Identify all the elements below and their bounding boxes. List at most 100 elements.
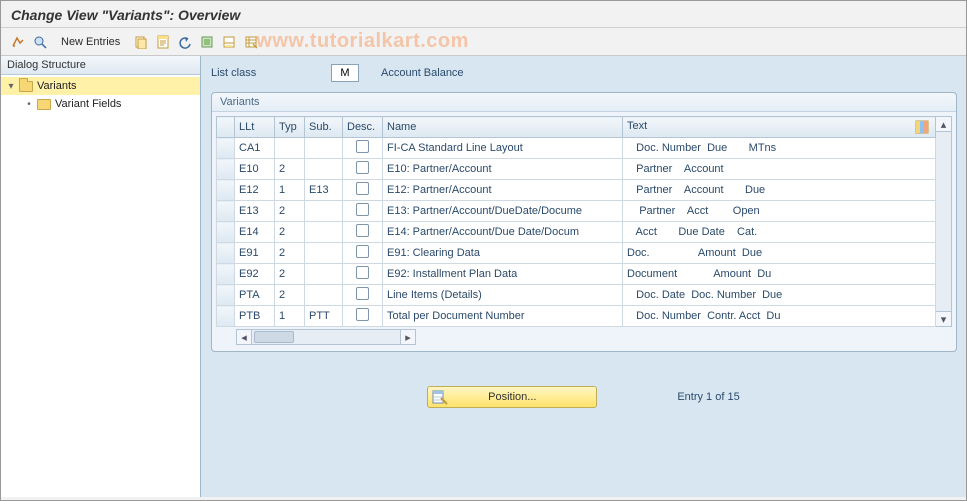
cell-typ[interactable]: 2 [275,243,305,264]
toggle-display-icon[interactable] [8,32,28,52]
cell-desc[interactable] [343,201,383,222]
cell-typ[interactable]: 2 [275,201,305,222]
cell-name[interactable]: Line Items (Details) [383,285,623,306]
cell-llt[interactable]: E13 [235,201,275,222]
table-row[interactable]: PTB1PTTTotal per Document Number Doc. Nu… [217,306,936,327]
col-text[interactable]: Text [623,117,936,138]
desc-checkbox[interactable] [356,140,369,153]
col-name[interactable]: Name [383,117,623,138]
cell-name[interactable]: E12: Partner/Account [383,180,623,201]
row-selector[interactable] [217,222,235,243]
table-row[interactable]: E132E13: Partner/Account/DueDate/Docume … [217,201,936,222]
cell-text[interactable]: Document Amount Du [623,264,936,285]
cell-desc[interactable] [343,264,383,285]
scroll-down-icon[interactable]: ▾ [936,311,951,326]
vertical-scrollbar[interactable]: ▴ ▾ [936,116,952,327]
tree-node-variant-fields[interactable]: • Variant Fields [1,95,200,113]
row-selector[interactable] [217,264,235,285]
cell-desc[interactable] [343,180,383,201]
cell-text[interactable]: Partner Acct Open [623,201,936,222]
desc-checkbox[interactable] [356,287,369,300]
cell-name[interactable]: E10: Partner/Account [383,159,623,180]
cell-desc[interactable] [343,222,383,243]
position-button[interactable]: Position... [427,386,597,408]
cell-text[interactable]: Doc. Date Doc. Number Due [623,285,936,306]
cell-llt[interactable]: E10 [235,159,275,180]
list-class-input[interactable] [331,64,359,82]
cell-typ[interactable]: 2 [275,264,305,285]
cell-name[interactable]: E91: Clearing Data [383,243,623,264]
cell-typ[interactable]: 2 [275,159,305,180]
col-llt[interactable]: LLt [235,117,275,138]
desc-checkbox[interactable] [356,245,369,258]
cell-text[interactable]: Partner Account Due [623,180,936,201]
row-selector[interactable] [217,285,235,306]
cell-llt[interactable]: E92 [235,264,275,285]
cell-llt[interactable]: CA1 [235,138,275,159]
row-selector[interactable] [217,306,235,327]
cell-sub[interactable]: E13 [305,180,343,201]
cell-text[interactable]: Doc. Amount Due [623,243,936,264]
table-row[interactable]: E121E13 E12: Partner/Account Partner Acco… [217,180,936,201]
cell-name[interactable]: E92: Installment Plan Data [383,264,623,285]
cell-sub[interactable] [305,201,343,222]
cell-llt[interactable]: PTA [235,285,275,306]
scroll-up-icon[interactable]: ▴ [936,117,951,132]
table-row[interactable]: E102 E10: Partner/Account Partner Account [217,159,936,180]
col-sub[interactable]: Sub. [305,117,343,138]
collapse-icon[interactable]: ▾ [5,81,17,92]
cell-text[interactable]: Partner Account [623,159,936,180]
cell-name[interactable]: FI-CA Standard Line Layout [383,138,623,159]
undo-icon[interactable] [175,32,195,52]
cell-desc[interactable] [343,138,383,159]
cell-desc[interactable] [343,285,383,306]
cell-sub[interactable]: PTT [305,306,343,327]
cell-text[interactable]: Acct Due Date Cat. [623,222,936,243]
desc-checkbox[interactable] [356,224,369,237]
row-selector[interactable] [217,180,235,201]
deselect-all-icon[interactable] [219,32,239,52]
cell-llt[interactable]: E14 [235,222,275,243]
row-selector[interactable] [217,138,235,159]
cell-text[interactable]: Doc. Number Due MTns [623,138,936,159]
cell-typ[interactable]: 2 [275,285,305,306]
row-selector[interactable] [217,159,235,180]
table-row[interactable]: E922 E92: Installment Plan DataDocument A… [217,264,936,285]
cell-sub[interactable] [305,159,343,180]
col-desc[interactable]: Desc. [343,117,383,138]
col-typ[interactable]: Typ [275,117,305,138]
cell-desc[interactable] [343,243,383,264]
desc-checkbox[interactable] [356,161,369,174]
table-config-icon[interactable] [915,120,931,134]
save-icon[interactable] [153,32,173,52]
cell-sub[interactable] [305,243,343,264]
scroll-right-icon[interactable]: ▸ [400,330,415,344]
cell-llt[interactable]: PTB [235,306,275,327]
copy-icon[interactable] [131,32,151,52]
desc-checkbox[interactable] [356,203,369,216]
desc-checkbox[interactable] [356,266,369,279]
table-row[interactable]: CA1 FI-CA Standard Line Layout Doc. Numbe… [217,138,936,159]
col-select[interactable] [217,117,235,138]
cell-typ[interactable]: 1 [275,306,305,327]
cell-name[interactable]: E14: Partner/Account/Due Date/Docum [383,222,623,243]
desc-checkbox[interactable] [356,308,369,321]
horizontal-scrollbar[interactable]: ◂ ▸ [236,329,416,345]
cell-llt[interactable]: E91 [235,243,275,264]
scroll-thumb[interactable] [254,331,294,343]
cell-typ[interactable] [275,138,305,159]
new-entries-button[interactable]: New Entries [55,34,126,50]
cell-sub[interactable] [305,285,343,306]
row-selector[interactable] [217,201,235,222]
table-row[interactable]: E912 E91: Clearing DataDoc. Amount Due [217,243,936,264]
cell-typ[interactable]: 1 [275,180,305,201]
cell-text[interactable]: Doc. Number Contr. Acct Du [623,306,936,327]
table-row[interactable]: PTA2 Line Items (Details) Doc. Date Doc. … [217,285,936,306]
tree-node-variants[interactable]: ▾ Variants [1,77,200,95]
cell-llt[interactable]: E12 [235,180,275,201]
cell-sub[interactable] [305,222,343,243]
cell-name[interactable]: E13: Partner/Account/DueDate/Docume [383,201,623,222]
find-icon[interactable] [30,32,50,52]
cell-typ[interactable]: 2 [275,222,305,243]
cell-desc[interactable] [343,306,383,327]
